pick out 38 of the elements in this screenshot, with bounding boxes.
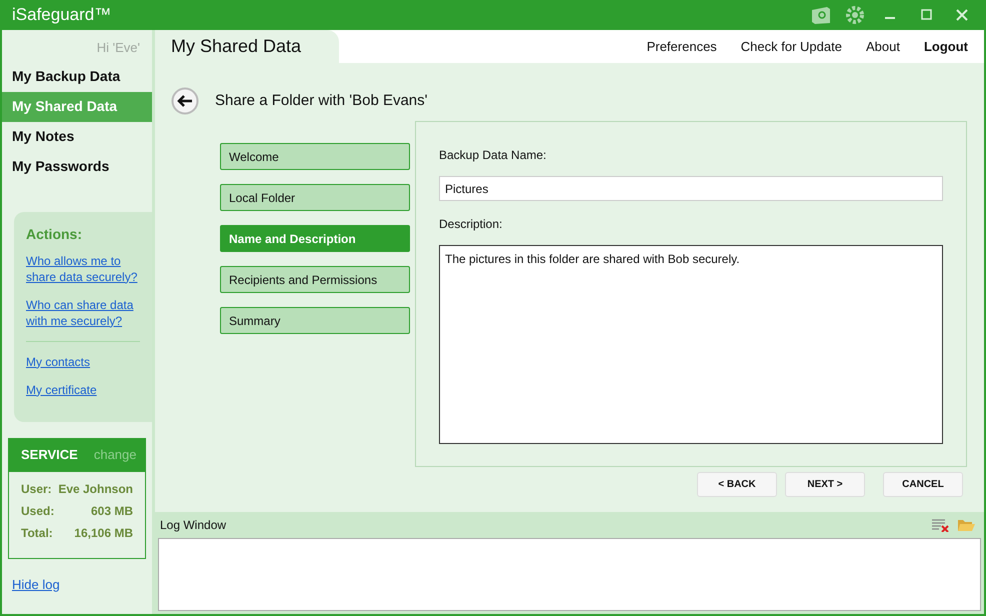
nav-item[interactable]: My Backup Data	[2, 62, 152, 92]
menu-link[interactable]: About	[866, 36, 900, 56]
menu-link[interactable]: Check for Update	[740, 36, 842, 56]
name-field[interactable]: Pictures	[439, 176, 943, 201]
wizard-button[interactable]: NEXT >	[785, 472, 865, 497]
menu-link[interactable]: Logout	[924, 36, 968, 56]
service-label: User:	[21, 480, 52, 498]
description-label: Description:	[439, 216, 504, 233]
service-title: SERVICE	[21, 446, 78, 464]
wizard-step[interactable]: Summary	[220, 307, 410, 334]
folder-icon[interactable]	[957, 518, 975, 532]
page-heading: Share a Folder with 'Bob Evans'	[215, 90, 428, 111]
actions-title: Actions:	[26, 224, 83, 244]
log-title: Log Window	[160, 517, 226, 534]
nav-item[interactable]: My Passwords	[2, 152, 152, 182]
wizard-button[interactable]: CANCEL	[883, 472, 963, 497]
service-value: 603 MB	[90, 502, 133, 520]
window-title: iSafeguard™	[12, 4, 112, 26]
greeting-text: Hi 'Eve'	[96, 39, 141, 57]
service-value: Eve Johnson	[58, 480, 133, 498]
nav-item[interactable]: My Notes	[2, 122, 152, 152]
service-label: Total:	[21, 524, 53, 542]
settings-icon[interactable]	[844, 4, 866, 26]
wizard-step[interactable]: Recipients and Permissions	[220, 266, 410, 293]
action-link[interactable]: My certificate	[26, 382, 140, 398]
action-link[interactable]: Who allows me to share data securely?	[26, 252, 140, 284]
service-label: Used:	[21, 502, 54, 520]
wizard-step[interactable]: Welcome	[220, 143, 410, 170]
action-link[interactable]: My contacts	[26, 354, 140, 370]
wizard-step[interactable]: Local Folder	[220, 184, 410, 211]
service-value: 16,106 MB	[74, 524, 133, 542]
wizard-button[interactable]: < BACK	[697, 472, 777, 497]
menu-link[interactable]: Preferences	[646, 36, 717, 56]
action-link[interactable]: Who can share data with me securely?	[26, 296, 140, 328]
name-label: Backup Data Name:	[439, 147, 548, 164]
clear-log-icon[interactable]	[931, 518, 949, 532]
description-field[interactable]: The pictures in this folder are shared with Bob securely.	[439, 245, 943, 444]
hide-log-link[interactable]: Hide log	[12, 574, 60, 594]
